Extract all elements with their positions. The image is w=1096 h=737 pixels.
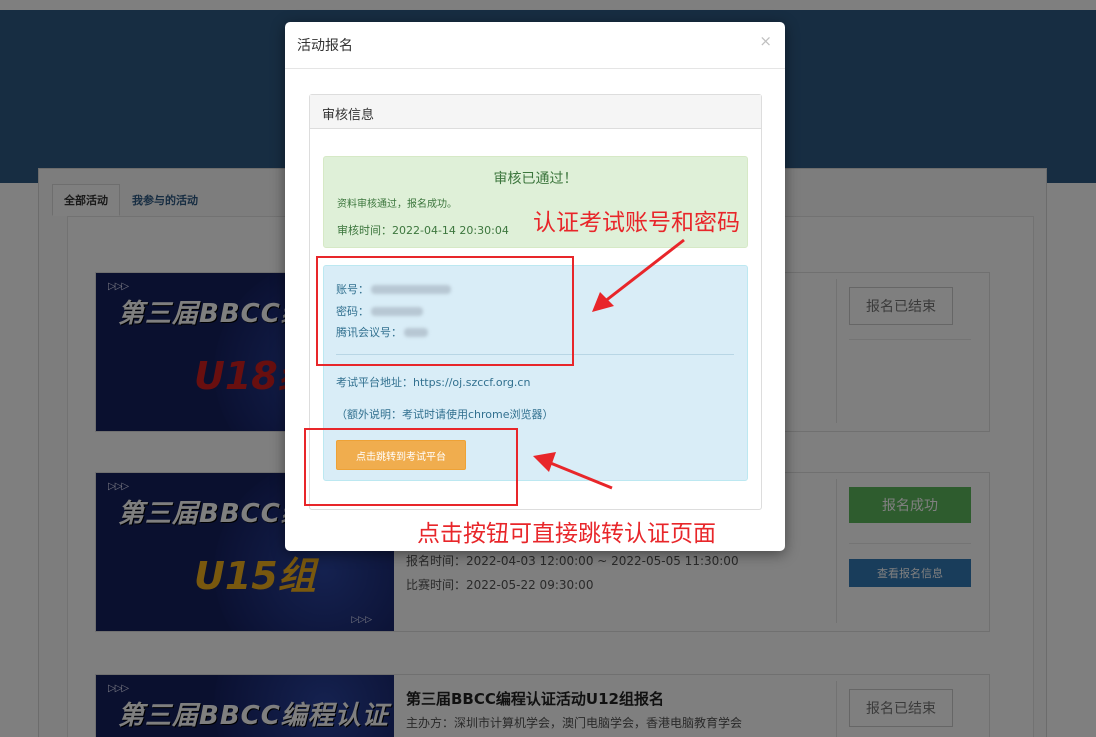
modal-title: 活动报名	[297, 38, 353, 54]
audit-time: 审核时间：2022-04-14 20:30:04	[337, 224, 509, 237]
panel-heading-text: 审核信息	[322, 108, 375, 123]
success-title: 审核已通过！	[493, 171, 578, 187]
annotation-box-credentials	[316, 256, 574, 366]
extra-note: （额外说明：考试时请使用chrome浏览器）	[336, 408, 554, 421]
annotation-button-note: 点击按钮可直接跳转认证页面	[417, 521, 716, 547]
annotation-box-button	[304, 428, 518, 506]
modal-header: 活动报名 ×	[285, 22, 785, 69]
panel-heading: 审核信息	[310, 95, 761, 129]
annotation-account-note: 认证考试账号和密码	[533, 210, 740, 236]
platform-address: 考试平台地址：https://oj.szccf.org.cn	[336, 376, 531, 389]
close-icon[interactable]: ×	[759, 32, 772, 50]
success-message: 资料审核通过，报名成功。	[337, 199, 457, 210]
